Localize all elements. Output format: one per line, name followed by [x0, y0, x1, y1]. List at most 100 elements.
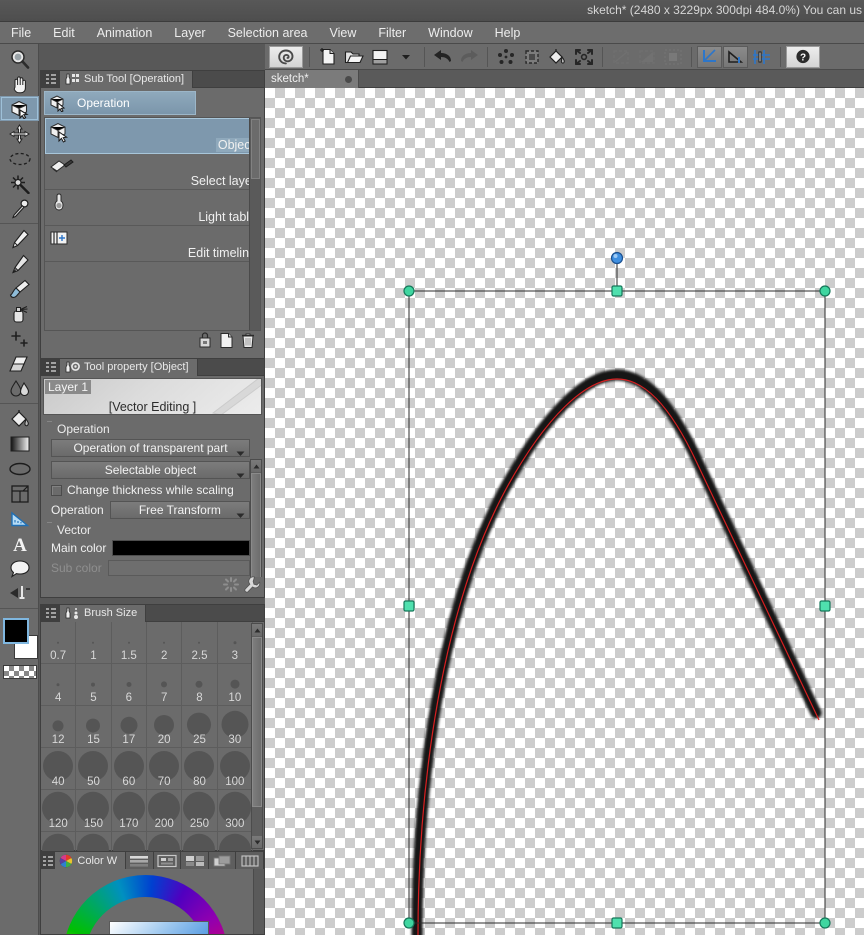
brush-tool-icon[interactable] [0, 276, 39, 301]
menu-file[interactable]: File [0, 24, 42, 42]
menu-view[interactable]: View [319, 24, 368, 42]
menu-animation[interactable]: Animation [86, 24, 164, 42]
ruler-tool-icon[interactable] [0, 506, 39, 531]
brush-size-cell[interactable]: 170 [112, 790, 147, 832]
brush-size-scrollbar-thumb[interactable] [252, 637, 262, 807]
reset-settings-icon[interactable] [222, 576, 240, 598]
blend-tool-icon[interactable] [0, 376, 39, 401]
gradient-tool-icon[interactable] [0, 431, 39, 456]
brush-size-tab[interactable]: Brush Size [60, 605, 146, 622]
brush-size-cell[interactable]: 200 [147, 790, 182, 832]
color-wheel-scrollbar[interactable] [253, 869, 264, 935]
decoration-tool-icon[interactable] [0, 326, 39, 351]
brush-size-cell[interactable]: 0.7 [41, 622, 76, 664]
color-wheel-body[interactable] [41, 869, 264, 935]
menu-help[interactable]: Help [484, 24, 532, 42]
frame-border-tool-icon[interactable] [0, 481, 39, 506]
deselect-icon[interactable] [634, 46, 659, 68]
clear-icon[interactable] [493, 46, 518, 68]
airbrush-tool-icon[interactable] [0, 301, 39, 326]
balloon-tool-icon[interactable] [0, 556, 39, 581]
fill-tool-icon[interactable] [0, 406, 39, 431]
canvas-area[interactable] [265, 88, 864, 935]
brush-size-cell[interactable]: 10 [218, 664, 253, 706]
selectable-object-combo[interactable]: Selectable object [51, 461, 250, 479]
brush-size-cell[interactable]: 3 [218, 622, 253, 664]
scroll-up-icon[interactable] [252, 624, 262, 636]
brush-size-cell[interactable]: 100 [218, 748, 253, 790]
transparent-color-swatch[interactable] [3, 665, 37, 679]
snap-to-ruler-icon[interactable] [697, 46, 722, 68]
scroll-down-icon[interactable] [252, 836, 262, 848]
brush-size-cell[interactable]: 250 [182, 790, 217, 832]
change-thickness-checkbox[interactable] [51, 485, 62, 496]
selection-area-tool-icon[interactable] [0, 146, 39, 171]
brush-size-scrollbar[interactable] [251, 623, 263, 849]
brush-size-cell[interactable]: 20 [147, 706, 182, 748]
approximate-color-tab[interactable] [209, 852, 237, 869]
text-tool-icon[interactable]: A [0, 531, 39, 556]
brush-size-cell[interactable]: 150 [76, 790, 111, 832]
operation-combo[interactable]: Free Transform [110, 501, 250, 519]
brush-size-cell[interactable]: 15 [76, 706, 111, 748]
tool-property-menu-icon[interactable] [41, 359, 60, 376]
clip-studio-logo-icon[interactable] [269, 46, 303, 68]
color-swatches[interactable] [0, 613, 39, 685]
color-wheel-menu-icon[interactable] [41, 852, 55, 869]
brush-size-cell[interactable]: 7 [147, 664, 182, 706]
animation-cells-tab[interactable] [236, 852, 264, 869]
eyedropper-tool-icon[interactable] [0, 196, 39, 221]
scale-rotate-icon[interactable] [571, 46, 596, 68]
brush-size-cell[interactable]: 4 [41, 664, 76, 706]
brush-size-cell[interactable]: 2.5 [182, 622, 217, 664]
menu-edit[interactable]: Edit [42, 24, 86, 42]
snap-to-grid-icon[interactable] [749, 46, 774, 68]
zoom-tool-icon[interactable] [0, 46, 39, 71]
brush-size-cell[interactable]: 300 [218, 790, 253, 832]
brush-size-cell[interactable]: 25 [182, 706, 217, 748]
intermediate-color-tab[interactable] [181, 852, 209, 869]
brush-size-cell[interactable]: 80 [182, 748, 217, 790]
new-file-icon[interactable] [315, 46, 340, 68]
sub-tool-group-operation[interactable]: Operation [44, 91, 196, 115]
help-icon[interactable]: ? [786, 46, 820, 68]
color-set-tab[interactable] [154, 852, 182, 869]
correct-line-tool-icon[interactable] [0, 581, 39, 606]
color-wheel-tab[interactable]: Color W [55, 852, 126, 869]
color-slider-tab[interactable] [126, 852, 154, 869]
sub-tool-item-light-table[interactable]: Light table [45, 190, 260, 226]
brush-size-cell[interactable]: 30 [218, 706, 253, 748]
sub-tool-item-select-layer[interactable]: Select layer [45, 154, 260, 190]
main-color-swatch[interactable] [112, 540, 250, 556]
sub-tool-palette-menu-icon[interactable] [41, 71, 60, 88]
auto-select-tool-icon[interactable] [0, 171, 39, 196]
undo-icon[interactable] [430, 46, 455, 68]
brush-size-cell[interactable]: 5 [76, 664, 111, 706]
brush-size-cell[interactable]: 1.5 [112, 622, 147, 664]
redo-icon[interactable] [456, 46, 481, 68]
brush-size-cell[interactable]: 17 [112, 706, 147, 748]
main-color-swatch[interactable] [3, 618, 29, 644]
snap-to-special-ruler-icon[interactable] [723, 46, 748, 68]
brush-size-cell[interactable]: 60 [112, 748, 147, 790]
menu-selection-area[interactable]: Selection area [217, 24, 319, 42]
tool-property-tab[interactable]: Tool property [Object] [60, 359, 198, 376]
move-layer-tool-icon[interactable] [0, 121, 39, 146]
tool-settings-wrench-icon[interactable] [243, 576, 261, 599]
sub-tool-scrollbar[interactable] [249, 118, 260, 330]
document-modified-dot-icon[interactable] [345, 76, 352, 83]
sub-tool-palette-tab[interactable]: Sub Tool [Operation] [60, 71, 193, 88]
select-all-icon[interactable] [608, 46, 633, 68]
fill-bucket-icon[interactable] [545, 46, 570, 68]
menu-filter[interactable]: Filter [367, 24, 417, 42]
sub-tool-scrollbar-thumb[interactable] [251, 119, 260, 179]
create-new-sub-tool-icon[interactable] [219, 332, 234, 354]
transparent-part-combo[interactable]: Operation of transparent part [51, 439, 250, 457]
brush-size-cell[interactable]: 1 [76, 622, 111, 664]
brush-size-cell[interactable]: 120 [41, 790, 76, 832]
brush-size-cell[interactable]: 8 [182, 664, 217, 706]
menu-layer[interactable]: Layer [163, 24, 216, 42]
delete-sub-tool-icon[interactable] [240, 332, 256, 354]
operation-tool-icon[interactable] [0, 96, 39, 121]
open-file-icon[interactable] [341, 46, 366, 68]
